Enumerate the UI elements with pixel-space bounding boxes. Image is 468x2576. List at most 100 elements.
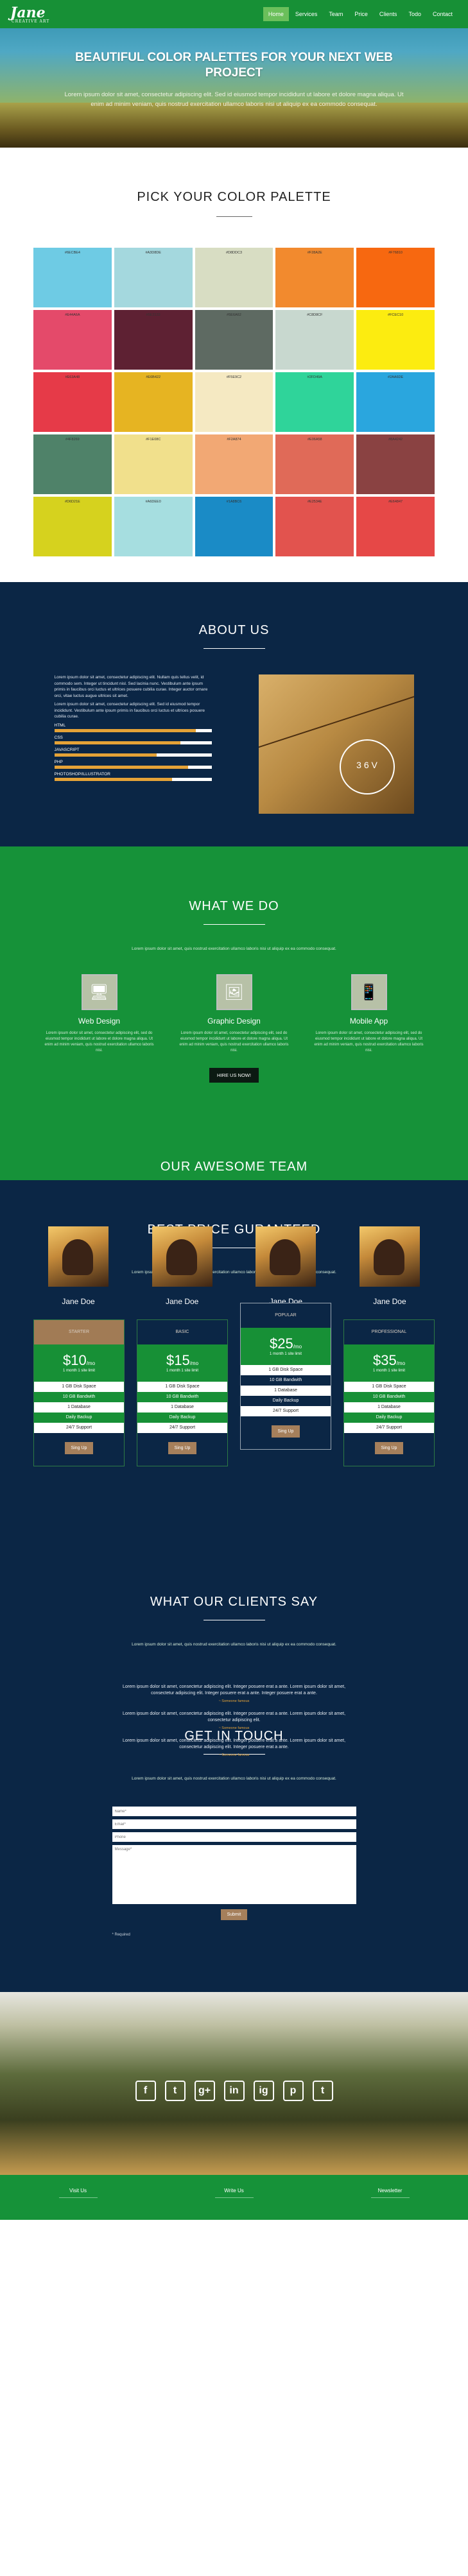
- swatch-label: #E06A58: [307, 438, 322, 442]
- site-logo[interactable]: Jane CREATIVE ART: [10, 4, 49, 24]
- skills-list: HTML CSS JAVASCRIPT PHP PHOTOSHOP/ILLUSTRATO…: [54, 723, 212, 781]
- member-name: Jane Doe: [165, 1297, 199, 1306]
- swatch-label: #1A8BC6: [226, 500, 242, 504]
- skill-bar: [54, 765, 212, 769]
- service-item: 📱 Mobile App Lorem ipsum dolor sit amet, c…: [311, 974, 427, 1054]
- color-swatch[interactable]: #E2534E: [275, 497, 354, 556]
- service-item: 🖥 Web Design Lorem ipsum dolor sit amet, c…: [42, 974, 157, 1054]
- color-swatch[interactable]: #E6B422: [114, 372, 193, 432]
- color-swatch[interactable]: #A3D8DE: [114, 248, 193, 307]
- color-swatch[interactable]: #D8DDC3: [195, 248, 273, 307]
- twitter-icon[interactable]: t: [164, 2081, 186, 2101]
- price-amount: $15: [166, 1352, 190, 1368]
- nav-link-home[interactable]: Home: [263, 7, 289, 21]
- plan-name: PROFESSIONAL: [344, 1320, 434, 1344]
- hero-title: BEAUTIFUL COLOR PALETTES FOR YOUR NEXT W…: [74, 51, 394, 80]
- member-name: Jane Doe: [373, 1297, 406, 1306]
- skill-label: PHP: [54, 759, 63, 764]
- hire-us-button[interactable]: HIRE US NOW!: [209, 1068, 259, 1083]
- plan-feature: 1 GB Disk Space: [34, 1382, 124, 1392]
- color-swatch[interactable]: #F2A874: [195, 434, 273, 494]
- color-swatch[interactable]: #6ECBE4: [33, 248, 112, 307]
- services-list: 🖥 Web Design Lorem ipsum dolor sit amet, c…: [42, 974, 427, 1054]
- color-swatch[interactable]: #F28A2E: [275, 248, 354, 307]
- sign-up-button[interactable]: Sing Up: [374, 1442, 404, 1454]
- nav-link-team[interactable]: Team: [324, 7, 348, 21]
- swatch-label: #E2534E: [307, 500, 322, 504]
- skill-bar-fill: [54, 765, 188, 769]
- member-photo: [48, 1226, 108, 1287]
- color-swatch[interactable]: #4F8269: [33, 434, 112, 494]
- color-swatch[interactable]: #D6D21E: [33, 497, 112, 556]
- monitor-icon: 🖥: [81, 974, 117, 1010]
- palette-grid: #6ECBE4 #A3D8DE #D8DDC3 #F28A2E #F76810 #E44A…: [33, 248, 435, 556]
- sign-up-button[interactable]: Sing Up: [168, 1442, 197, 1454]
- swatch-label: #A6DEE0: [145, 500, 161, 504]
- name-field[interactable]: [112, 1807, 356, 1816]
- nav-link-services[interactable]: Services: [290, 7, 323, 21]
- google-plus-icon[interactable]: g+: [194, 2081, 215, 2101]
- swatch-label: #5E2133: [146, 313, 160, 317]
- color-swatch[interactable]: #E44A6A: [33, 310, 112, 370]
- swatch-label: #F5E9C2: [226, 375, 242, 379]
- tumblr-icon[interactable]: t: [312, 2081, 333, 2101]
- skill-bar-fill: [54, 777, 173, 781]
- phone-field[interactable]: [112, 1832, 356, 1842]
- skill-label: JAVASCRIPT: [54, 747, 80, 752]
- linkedin-icon[interactable]: in: [223, 2081, 245, 2101]
- sign-up-button[interactable]: Sing Up: [271, 1425, 300, 1438]
- swatch-label: #4F8269: [65, 438, 80, 442]
- email-field[interactable]: [112, 1819, 356, 1829]
- required-note: * Required: [112, 1933, 130, 1937]
- nav-link-clients[interactable]: Clients: [374, 7, 403, 21]
- color-swatch[interactable]: #A6DEE0: [114, 497, 193, 556]
- color-swatch[interactable]: #E64847: [356, 497, 435, 556]
- swatch-label: #2FD49A: [307, 375, 322, 379]
- color-swatch[interactable]: #E63A48: [33, 372, 112, 432]
- submit-button[interactable]: Submit: [220, 1909, 248, 1920]
- plan-feature: 1 Database: [344, 1402, 434, 1413]
- color-swatch[interactable]: #8A4242: [356, 434, 435, 494]
- price-amount: $10: [62, 1352, 87, 1368]
- about-paragraph: Lorem ipsum dolor sit amet, consectetur …: [54, 702, 205, 719]
- color-swatch[interactable]: #F1E08C: [114, 434, 193, 494]
- color-swatch[interactable]: #F76810: [356, 248, 435, 307]
- message-field[interactable]: [112, 1845, 356, 1904]
- skill-label: HTML: [54, 723, 66, 728]
- social-band: f t g+ in ig p t: [0, 1992, 468, 2175]
- about-badge: 3 6 V: [339, 739, 395, 794]
- price-note: 1 month 1 site limit: [166, 1369, 199, 1373]
- plan-feature: Daily Backup: [137, 1413, 227, 1423]
- color-swatch[interactable]: #1A8BC6: [195, 497, 273, 556]
- color-swatch[interactable]: #C8D8CF: [275, 310, 354, 370]
- nav-link-price[interactable]: Price: [349, 7, 373, 21]
- facebook-icon[interactable]: f: [135, 2081, 156, 2101]
- color-swatch[interactable]: #F5E9C2: [195, 372, 273, 432]
- nav-link-contact[interactable]: Contact: [428, 7, 458, 21]
- plan-feature: 1 GB Disk Space: [241, 1365, 331, 1375]
- color-swatch[interactable]: #2AA6DE: [356, 372, 435, 432]
- services-title: WHAT WE DO: [189, 899, 279, 913]
- color-swatch[interactable]: #5E6A62: [195, 310, 273, 370]
- plan-feature: Daily Backup: [344, 1413, 434, 1423]
- pricing-plan: BASIC $15/mo 1 month 1 site limit 1 GB Disk…: [137, 1319, 228, 1466]
- skill-bar-fill: [54, 741, 180, 744]
- swatch-label: #E63A48: [65, 375, 80, 379]
- sign-up-button[interactable]: Sing Up: [64, 1442, 94, 1454]
- pricing-plan: PROFESSIONAL $35/mo 1 month 1 site limit 1 …: [343, 1319, 435, 1466]
- instagram-icon[interactable]: ig: [253, 2081, 274, 2101]
- color-swatch[interactable]: #5E2133: [114, 310, 193, 370]
- plan-feature: 10 GB Bandwith: [137, 1392, 227, 1402]
- divider: [216, 216, 252, 217]
- color-swatch[interactable]: #E06A58: [275, 434, 354, 494]
- nav-link-todo[interactable]: Todo: [403, 7, 426, 21]
- plan-name: POPULAR: [241, 1303, 331, 1328]
- color-swatch[interactable]: #2FD49A: [275, 372, 354, 432]
- price-period: /mo: [86, 1361, 96, 1366]
- color-swatch[interactable]: #FCEC10: [356, 310, 435, 370]
- price-note: 1 month 1 site limit: [269, 1352, 302, 1356]
- pinterest-icon[interactable]: p: [282, 2081, 304, 2101]
- footer: Visit Us Write Us Newsletter: [0, 2175, 468, 2220]
- pricing-plans: STARTER $10/mo 1 month 1 site limit 1 GB Di…: [33, 1303, 435, 1466]
- service-text: Lorem ipsum dolor sit amet, consectetur …: [314, 1031, 424, 1052]
